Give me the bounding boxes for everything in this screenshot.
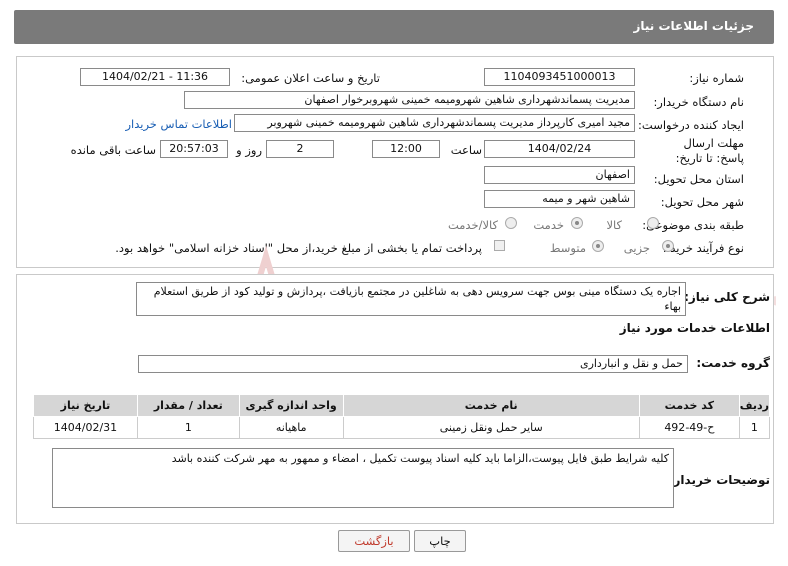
page-title: جزئیات اطلاعات نیاز	[633, 19, 754, 33]
treasury-payment-note: پرداخت تمام یا بخشی از مبلغ خرید،از محل …	[115, 241, 482, 255]
description-label: شرح کلی نیاز:	[684, 290, 770, 304]
deadline-label: مهلت ارسال پاسخ: تا تاریخ:	[675, 136, 744, 165]
cell-service-name: سایر حمل ونقل زمینی	[342, 416, 640, 439]
service-group-label: گروه خدمت:	[696, 356, 770, 370]
need-number-label: شماره نیاز:	[689, 71, 744, 85]
service-group-field: حمل و نقل و انبارداری	[138, 355, 688, 373]
col-need-date: تاریخ نیاز	[33, 394, 138, 417]
col-service-code: کد خدمت	[638, 394, 740, 417]
buyer-notes-label: توضیحات خریدار:	[668, 473, 770, 487]
category-radio-service[interactable]	[571, 217, 583, 229]
days-label: روز و	[236, 143, 262, 157]
buyer-org-field: مدیریت پسماندشهرداری شاهین شهرومیمه خمین…	[184, 91, 635, 109]
category-option-goods: کالا	[606, 218, 622, 232]
process-type-label: نوع فرآیند خرید :	[662, 241, 744, 255]
services-table-header: ردیف کد خدمت نام خدمت واحد اندازه گیری ت…	[33, 394, 771, 417]
print-button[interactable]: چاپ	[414, 530, 466, 552]
buyer-org-label: نام دستگاه خریدار:	[653, 95, 744, 109]
province-field: اصفهان	[484, 166, 635, 184]
cell-unit: ماهیانه	[238, 416, 344, 439]
col-unit: واحد اندازه گیری	[238, 394, 344, 417]
process-option-minor: جزیی	[623, 241, 650, 255]
category-option-service: خدمت	[533, 218, 564, 232]
description-box: اجاره یک دستگاه مینی بوس جهت سرویس دهی ب…	[136, 282, 686, 316]
table-row: 1 ح-49-492 سایر حمل ونقل زمینی ماهیانه 1…	[33, 416, 771, 439]
need-details-panel	[16, 56, 774, 268]
process-radio-medium[interactable]	[592, 240, 604, 252]
page-header: جزئیات اطلاعات نیاز	[14, 10, 774, 44]
remaining-time-label: ساعت باقی مانده	[70, 143, 156, 157]
city-label: شهر محل تحویل:	[660, 195, 744, 209]
col-row: ردیف	[738, 394, 771, 417]
buyer-notes-box: کلیه شرایط طبق فایل پیوست،الزاما باید کل…	[52, 448, 674, 508]
city-field: شاهین شهر و میمه	[484, 190, 635, 208]
announce-date-label: تاریخ و ساعت اعلان عمومی:	[241, 71, 380, 85]
process-radio-minor[interactable]	[662, 240, 674, 252]
need-number-field: 1104093451000013	[484, 68, 635, 86]
services-table: ردیف کد خدمت نام خدمت واحد اندازه گیری ت…	[33, 394, 771, 439]
services-section-title: اطلاعات خدمات مورد نیاز	[619, 321, 770, 335]
category-radio-goods-service[interactable]	[505, 217, 517, 229]
col-service-name: نام خدمت	[342, 394, 640, 417]
creator-field: مجید امیری کارپرداز مدیریت پسماندشهرداری…	[234, 114, 635, 132]
deadline-date-field: 1404/02/24	[484, 140, 635, 158]
cell-row: 1	[738, 416, 771, 439]
col-quantity: تعداد / مقدار	[136, 394, 240, 417]
back-button[interactable]: بازگشت	[338, 530, 410, 552]
deadline-time-label: ساعت	[450, 143, 482, 157]
province-label: استان محل تحویل:	[653, 172, 744, 186]
deadline-time-field: 12:00	[372, 140, 440, 158]
cell-quantity: 1	[136, 416, 240, 439]
treasury-payment-checkbox[interactable]	[494, 240, 505, 251]
category-radio-goods[interactable]	[647, 217, 659, 229]
announce-date-field: 1404/02/21 - 11:36	[80, 68, 230, 86]
process-option-medium: متوسط	[549, 241, 586, 255]
buyer-contact-link[interactable]: اطلاعات تماس خریدار	[125, 117, 232, 131]
cell-service-code: ح-49-492	[638, 416, 740, 439]
creator-label: ایجاد کننده درخواست:	[638, 118, 744, 132]
remaining-time-field: 20:57:03	[160, 140, 228, 158]
category-option-goods-service: کالا/خدمت	[447, 218, 498, 232]
cell-need-date: 1404/02/31	[33, 416, 138, 439]
days-remaining-field: 2	[266, 140, 334, 158]
